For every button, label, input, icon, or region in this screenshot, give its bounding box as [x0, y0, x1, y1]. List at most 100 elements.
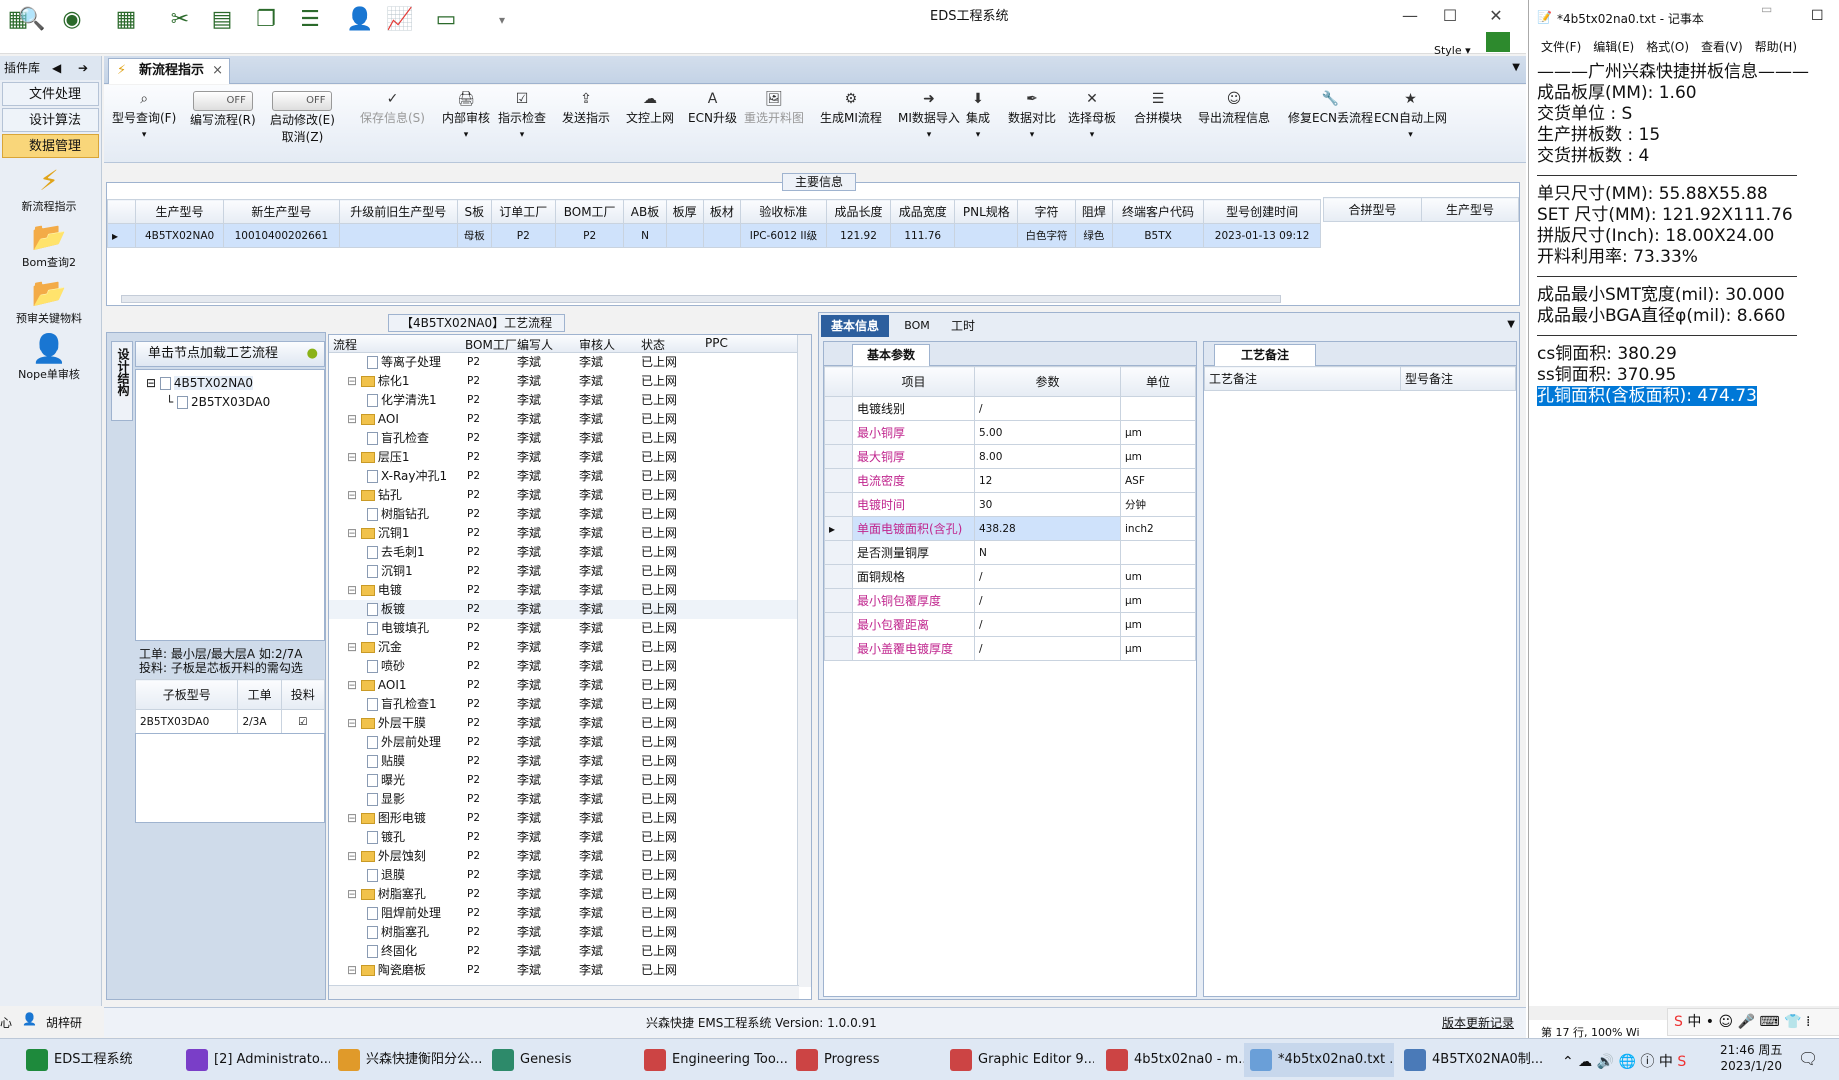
taskbar-item[interactable]: Progress	[790, 1043, 940, 1077]
toolbar-button-10[interactable]: ⚙ 生成MI流程	[820, 91, 882, 126]
horizontal-scrollbar[interactable]	[121, 295, 1281, 303]
update-log-link[interactable]: 版本更新记录	[1442, 1014, 1514, 1031]
flow-row[interactable]: ⊟ 钻孔 P2 李斌 李斌 已上网	[329, 486, 811, 505]
toolbar-button-2[interactable]: OFF 启动修改(E) 取消(Z)	[270, 91, 335, 145]
toolbar-button-17[interactable]: 🔧 修复ECN丢流程	[1288, 91, 1373, 126]
param-row[interactable]: 电镀时间 30 分钟	[824, 492, 1196, 517]
toggle-switch[interactable]: OFF	[272, 91, 333, 111]
toolbar-button-3[interactable]: ✓ 保存信息(S)	[360, 91, 425, 126]
pin-icon[interactable]: ➔	[78, 56, 88, 80]
globe-icon[interactable]: ◉	[58, 6, 86, 34]
flow-row[interactable]: ⊟ AOI1 P2 李斌 李斌 已上网	[329, 676, 811, 695]
table-row[interactable]: 2B5TX03DA0 2/3A ☑	[134, 709, 326, 734]
ime-toolbar[interactable]: S 中 • ☺ 🎤 ⌨ 👕 ⁞	[1667, 1008, 1839, 1036]
toolbar-button-0[interactable]: ⌕ 型号查询(F) ▾	[112, 91, 176, 140]
taskbar-item[interactable]: 4b5tx02na0 - m...	[1100, 1043, 1250, 1077]
toggle-switch[interactable]: OFF	[192, 91, 253, 111]
flow-row[interactable]: 树脂塞孔 P2 李斌 李斌 已上网	[329, 923, 811, 942]
param-row[interactable]: 最小铜包覆厚度 / μm	[824, 588, 1196, 613]
search-icon[interactable]: 🔍	[18, 6, 46, 34]
toolbar-button-4[interactable]: 🖨 内部审核 ▾	[442, 91, 490, 140]
flow-row[interactable]: X-Ray冲孔1 P2 李斌 李斌 已上网	[329, 467, 811, 486]
notification-icon[interactable]: 🗨	[1798, 1049, 1818, 1068]
flow-row[interactable]: 盲孔检查1 P2 李斌 李斌 已上网	[329, 695, 811, 714]
toolbar-button-12[interactable]: ⬇ 集成 ▾	[966, 91, 990, 140]
film-icon[interactable]: ▤	[208, 6, 236, 34]
clock[interactable]: 21:46 周五 2023/1/20	[1720, 1042, 1782, 1074]
tab-dropdown-icon[interactable]: ▼	[1507, 319, 1515, 330]
flow-row[interactable]: 显影 P2 李斌 李斌 已上网	[329, 790, 811, 809]
taskbar-item[interactable]: 4B5TX02NA0制...	[1398, 1043, 1548, 1077]
flow-row[interactable]: ⊟ 沉铜1 P2 李斌 李斌 已上网	[329, 524, 811, 543]
np-menu-item[interactable]: 编辑(E)	[1593, 40, 1634, 54]
scissors-icon[interactable]: ✂	[166, 6, 194, 34]
taskbar-item[interactable]: *4b5tx02na0.txt ...	[1244, 1043, 1394, 1077]
np-menu-item[interactable]: 文件(F)	[1541, 40, 1581, 54]
toolbar-button-15[interactable]: ☰ 合拼模块	[1134, 91, 1182, 126]
param-value[interactable]: 30	[974, 492, 1121, 517]
window-icon[interactable]: ▭	[432, 6, 460, 34]
chart-icon[interactable]: 📈	[386, 6, 414, 34]
param-value[interactable]: /	[974, 588, 1121, 613]
flow-row[interactable]: ⊟ 棕化1 P2 李斌 李斌 已上网	[329, 372, 811, 391]
tree-node-child[interactable]: └ 2B5TX03DA0	[166, 393, 324, 412]
flow-row[interactable]: ⊟ AOI P2 李斌 李斌 已上网	[329, 410, 811, 429]
param-value[interactable]: /	[974, 636, 1121, 661]
param-value[interactable]: 438.28	[974, 516, 1121, 541]
flow-row[interactable]: ⊟ 图形电镀 P2 李斌 李斌 已上网	[329, 809, 811, 828]
tab-new-flow[interactable]: ⚡ 新流程指示 ×	[108, 58, 230, 84]
param-row[interactable]: 电镀线别 /	[824, 396, 1196, 421]
toolbar-button-5[interactable]: ☑ 指示检查 ▾	[498, 91, 546, 140]
param-value[interactable]: /	[974, 612, 1121, 637]
np-maximize-button[interactable]: ▭	[1761, 2, 1772, 16]
table-icon[interactable]: ▦	[112, 6, 140, 34]
tab-bom[interactable]: BOM	[897, 315, 937, 337]
sidebar-pre-review[interactable]: 📂 预审关键物料	[0, 276, 98, 326]
maximize-button[interactable]: ☐	[1430, 4, 1470, 28]
toolbar-button-13[interactable]: ✒ 数据对比 ▾	[1008, 91, 1056, 140]
flow-row[interactable]: 曝光 P2 李斌 李斌 已上网	[329, 771, 811, 790]
taskbar-item[interactable]: 兴森快捷衡阳分公...	[332, 1043, 482, 1077]
param-row[interactable]: 最小盖覆电镀厚度 / μm	[824, 636, 1196, 661]
param-row[interactable]: ▸ 单面电镀面积(含孔) 438.28 inch2	[824, 516, 1196, 541]
taskbar-item[interactable]: Engineering Too...	[638, 1043, 788, 1077]
toolbar-button-11[interactable]: ➜ MI数据导入 ▾	[898, 91, 960, 140]
param-row[interactable]: 最小铜厚 5.00 μm	[824, 420, 1196, 445]
toolbar-button-16[interactable]: ☺ 导出流程信息	[1198, 91, 1270, 126]
param-row[interactable]: 是否测量铜厚 N	[824, 540, 1196, 565]
flow-row[interactable]: 去毛刺1 P2 李斌 李斌 已上网	[329, 543, 811, 562]
flow-row[interactable]: 沉铜1 P2 李斌 李斌 已上网	[329, 562, 811, 581]
arrow-left-icon[interactable]: ◀	[52, 56, 61, 80]
param-value[interactable]: N	[974, 540, 1121, 565]
flow-row[interactable]: 贴膜 P2 李斌 李斌 已上网	[329, 752, 811, 771]
sidebar-item-data[interactable]: 数据管理	[2, 134, 99, 158]
table-row[interactable]: ▸ 4B5TX02NA0 10010400202661 母板 P2 P2 N IPC-6012…	[107, 223, 1321, 248]
flow-row[interactable]: 树脂钻孔 P2 李斌 李斌 已上网	[329, 505, 811, 524]
flow-row[interactable]: 板镀 P2 李斌 李斌 已上网	[329, 600, 811, 619]
param-row[interactable]: 最大铜厚 8.00 μm	[824, 444, 1196, 469]
flow-row[interactable]: 终固化 P2 李斌 李斌 已上网	[329, 942, 811, 961]
param-value[interactable]: /	[974, 396, 1121, 421]
flow-row[interactable]: 阻焊前处理 P2 李斌 李斌 已上网	[329, 904, 811, 923]
flow-row[interactable]: 盲孔检查 P2 李斌 李斌 已上网	[329, 429, 811, 448]
toolbar-button-14[interactable]: ✕ 选择母板 ▾	[1068, 91, 1116, 140]
param-row[interactable]: 最小包覆距离 / μm	[824, 612, 1196, 637]
sidebar-item-algorithm[interactable]: 设计算法	[2, 108, 99, 132]
taskbar-item[interactable]: Genesis	[486, 1043, 636, 1077]
sidebar-bom-query[interactable]: 📂 Bom查询2	[0, 220, 98, 270]
toolbar-button-9[interactable]: 🖼 重选开料图	[744, 91, 804, 126]
flow-row[interactable]: 喷砂 P2 李斌 李斌 已上网	[329, 657, 811, 676]
flow-horizontal-scrollbar[interactable]	[329, 985, 799, 999]
toolbar-button-1[interactable]: OFF 编写流程(R)	[190, 91, 256, 128]
copy-icon[interactable]: ❐	[252, 6, 280, 34]
param-value[interactable]: 8.00	[974, 444, 1121, 469]
taskbar-item[interactable]: [2] Administrato...	[180, 1043, 330, 1077]
sidebar-new-flow[interactable]: ⚡ 新流程指示	[0, 164, 98, 214]
toolbar-button-6[interactable]: ⇪ 发送指示	[562, 91, 610, 126]
flow-row[interactable]: 镀孔 P2 李斌 李斌 已上网	[329, 828, 811, 847]
close-button[interactable]: ✕	[1476, 4, 1516, 28]
tab-hours[interactable]: 工时	[941, 315, 985, 337]
list-icon[interactable]: ☰	[296, 6, 324, 34]
feed-checkbox[interactable]: ☑	[280, 709, 326, 734]
param-value[interactable]: 5.00	[974, 420, 1121, 445]
